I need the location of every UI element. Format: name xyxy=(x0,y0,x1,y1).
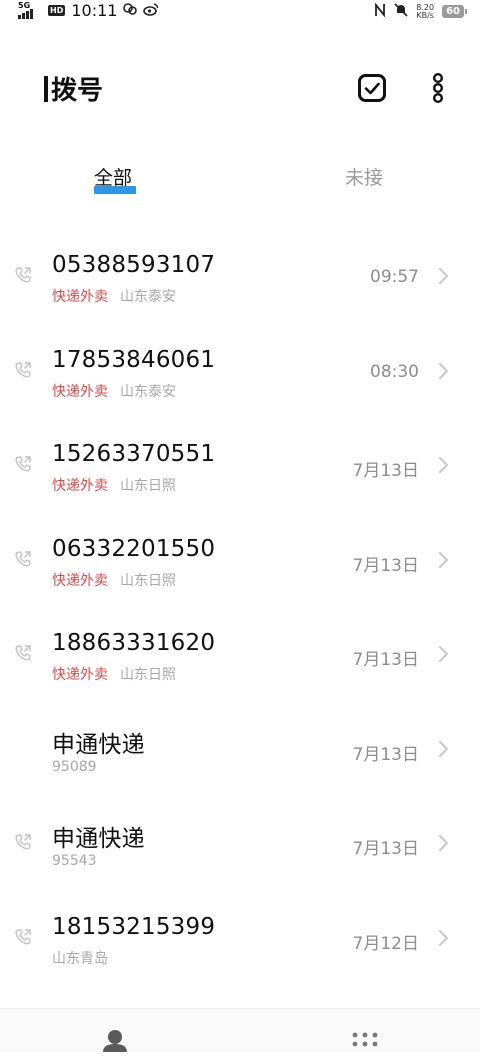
call-time: 7月12日 xyxy=(352,933,419,954)
caller-number: 申通快递 xyxy=(52,731,145,758)
page-title-text: 拨号 xyxy=(51,76,104,106)
call-subtitle: 快递外卖 山东日照 xyxy=(52,570,176,590)
outgoing-call-icon xyxy=(15,834,31,850)
call-location: 山东日照 xyxy=(120,478,176,494)
call-log-row[interactable]: 05388593107 快递外卖 山东泰安 09:57 xyxy=(0,230,480,325)
call-time: 08:30 xyxy=(370,361,419,382)
nav-contacts-button[interactable] xyxy=(100,1029,130,1052)
more-vertical-icon xyxy=(433,73,443,103)
nav-dialpad-button[interactable] xyxy=(350,1031,380,1052)
nfc-icon xyxy=(374,2,386,21)
caller-number: 17853846061 xyxy=(52,346,216,373)
call-subtitle: 95089 xyxy=(52,759,97,775)
call-location: 山东泰安 xyxy=(120,289,176,305)
call-time: 7月13日 xyxy=(352,744,419,765)
call-log-row[interactable]: 17853846061 快递外卖 山东泰安 08:30 xyxy=(0,325,480,420)
status-bar-right: 8.20 KB/s 60 xyxy=(374,2,467,21)
outgoing-call-icon xyxy=(15,361,31,378)
call-time: 7月13日 xyxy=(352,461,419,481)
network-speed: 8.20 KB/s xyxy=(416,3,434,20)
chevron-right-icon[interactable] xyxy=(436,266,450,286)
contacts-icon xyxy=(103,1030,127,1052)
call-log-row[interactable]: 申通快递 95543 7月13日 xyxy=(0,797,480,892)
chevron-right-icon[interactable] xyxy=(436,928,450,948)
outgoing-call-icon xyxy=(15,928,31,945)
notification-app-icon xyxy=(123,2,138,20)
call-location: 95089 xyxy=(52,758,97,775)
outgoing-call-icon xyxy=(15,267,31,283)
chevron-right-icon[interactable] xyxy=(436,833,450,853)
call-tag: 快递外卖 xyxy=(52,289,108,305)
call-log-list: 05388593107 快递外卖 山东泰安 09:57 17853846061 快… xyxy=(0,230,480,986)
call-subtitle: 快递外卖 山东日照 xyxy=(52,475,176,495)
active-tab-indicator xyxy=(94,186,136,194)
caller-number: 05388593107 xyxy=(52,252,216,278)
call-log-row[interactable]: 申通快递 95089 7月13日 xyxy=(0,703,480,798)
battery-icon: 60 xyxy=(442,5,467,18)
tab-missed[interactable]: 未接 xyxy=(345,163,383,190)
outgoing-call-icon xyxy=(15,645,31,661)
chevron-right-icon[interactable] xyxy=(436,455,450,475)
caller-number: 15263370551 xyxy=(52,441,216,467)
call-subtitle: 快递外卖 山东日照 xyxy=(52,664,176,684)
call-time: 7月13日 xyxy=(352,839,419,859)
call-tag: 快递外卖 xyxy=(52,383,108,400)
checkbox-icon xyxy=(358,74,386,102)
call-subtitle: 快递外卖 山东泰安 xyxy=(52,286,176,306)
mute-icon xyxy=(394,2,408,21)
speed-unit: KB/s xyxy=(416,10,434,20)
call-log-row[interactable]: 18863331620 快递外卖 山东日照 7月13日 xyxy=(0,608,480,703)
chevron-right-icon[interactable] xyxy=(436,361,450,381)
caller-number: 18153215399 xyxy=(52,913,216,940)
call-location: 95543 xyxy=(52,853,97,869)
call-location: 山东日照 xyxy=(120,572,176,589)
call-location: 山东泰安 xyxy=(120,383,176,400)
call-log-row[interactable]: 18153215399 山东青岛 7月12日 xyxy=(0,892,480,987)
caller-number: 申通快递 xyxy=(52,826,145,852)
call-log-row[interactable]: 15263370551 快递外卖 山东日照 7月13日 xyxy=(0,419,480,514)
call-location: 山东日照 xyxy=(120,667,176,683)
caller-number: 18863331620 xyxy=(52,630,216,656)
bottom-navigation xyxy=(0,1008,480,1052)
status-bar: 5G HD 10:11 8.20 KB/s 60 xyxy=(0,0,480,24)
caller-number: 06332201550 xyxy=(52,535,216,562)
select-button[interactable] xyxy=(352,68,392,108)
signal-icon: 5G xyxy=(18,1,42,20)
weibo-icon xyxy=(143,2,159,20)
call-tag: 快递外卖 xyxy=(52,478,108,494)
status-time: 10:11 xyxy=(71,1,118,20)
status-bar-left: 5G HD 10:11 xyxy=(18,1,159,20)
dialpad-icon xyxy=(352,1032,378,1047)
more-options-button[interactable] xyxy=(418,68,458,108)
text-cursor xyxy=(44,75,48,102)
call-tag: 快递外卖 xyxy=(52,667,108,683)
chevron-right-icon[interactable] xyxy=(436,739,450,759)
call-time: 7月13日 xyxy=(352,555,419,576)
call-subtitle: 快递外卖 山东泰安 xyxy=(52,381,176,401)
outgoing-call-icon xyxy=(15,456,31,472)
hd-badge: HD xyxy=(48,5,66,16)
call-subtitle: 95543 xyxy=(52,853,97,869)
chevron-right-icon[interactable] xyxy=(436,550,450,570)
chevron-right-icon[interactable] xyxy=(436,644,450,664)
call-subtitle: 山东青岛 xyxy=(52,948,108,968)
call-time: 7月13日 xyxy=(352,650,419,670)
page-title: 拨号 xyxy=(44,70,103,107)
call-time: 09:57 xyxy=(370,267,419,287)
call-log-row[interactable]: 06332201550 快递外卖 山东日照 7月13日 xyxy=(0,514,480,609)
call-location: 山东青岛 xyxy=(52,950,108,967)
call-tag: 快递外卖 xyxy=(52,572,108,589)
outgoing-call-icon xyxy=(15,550,31,567)
